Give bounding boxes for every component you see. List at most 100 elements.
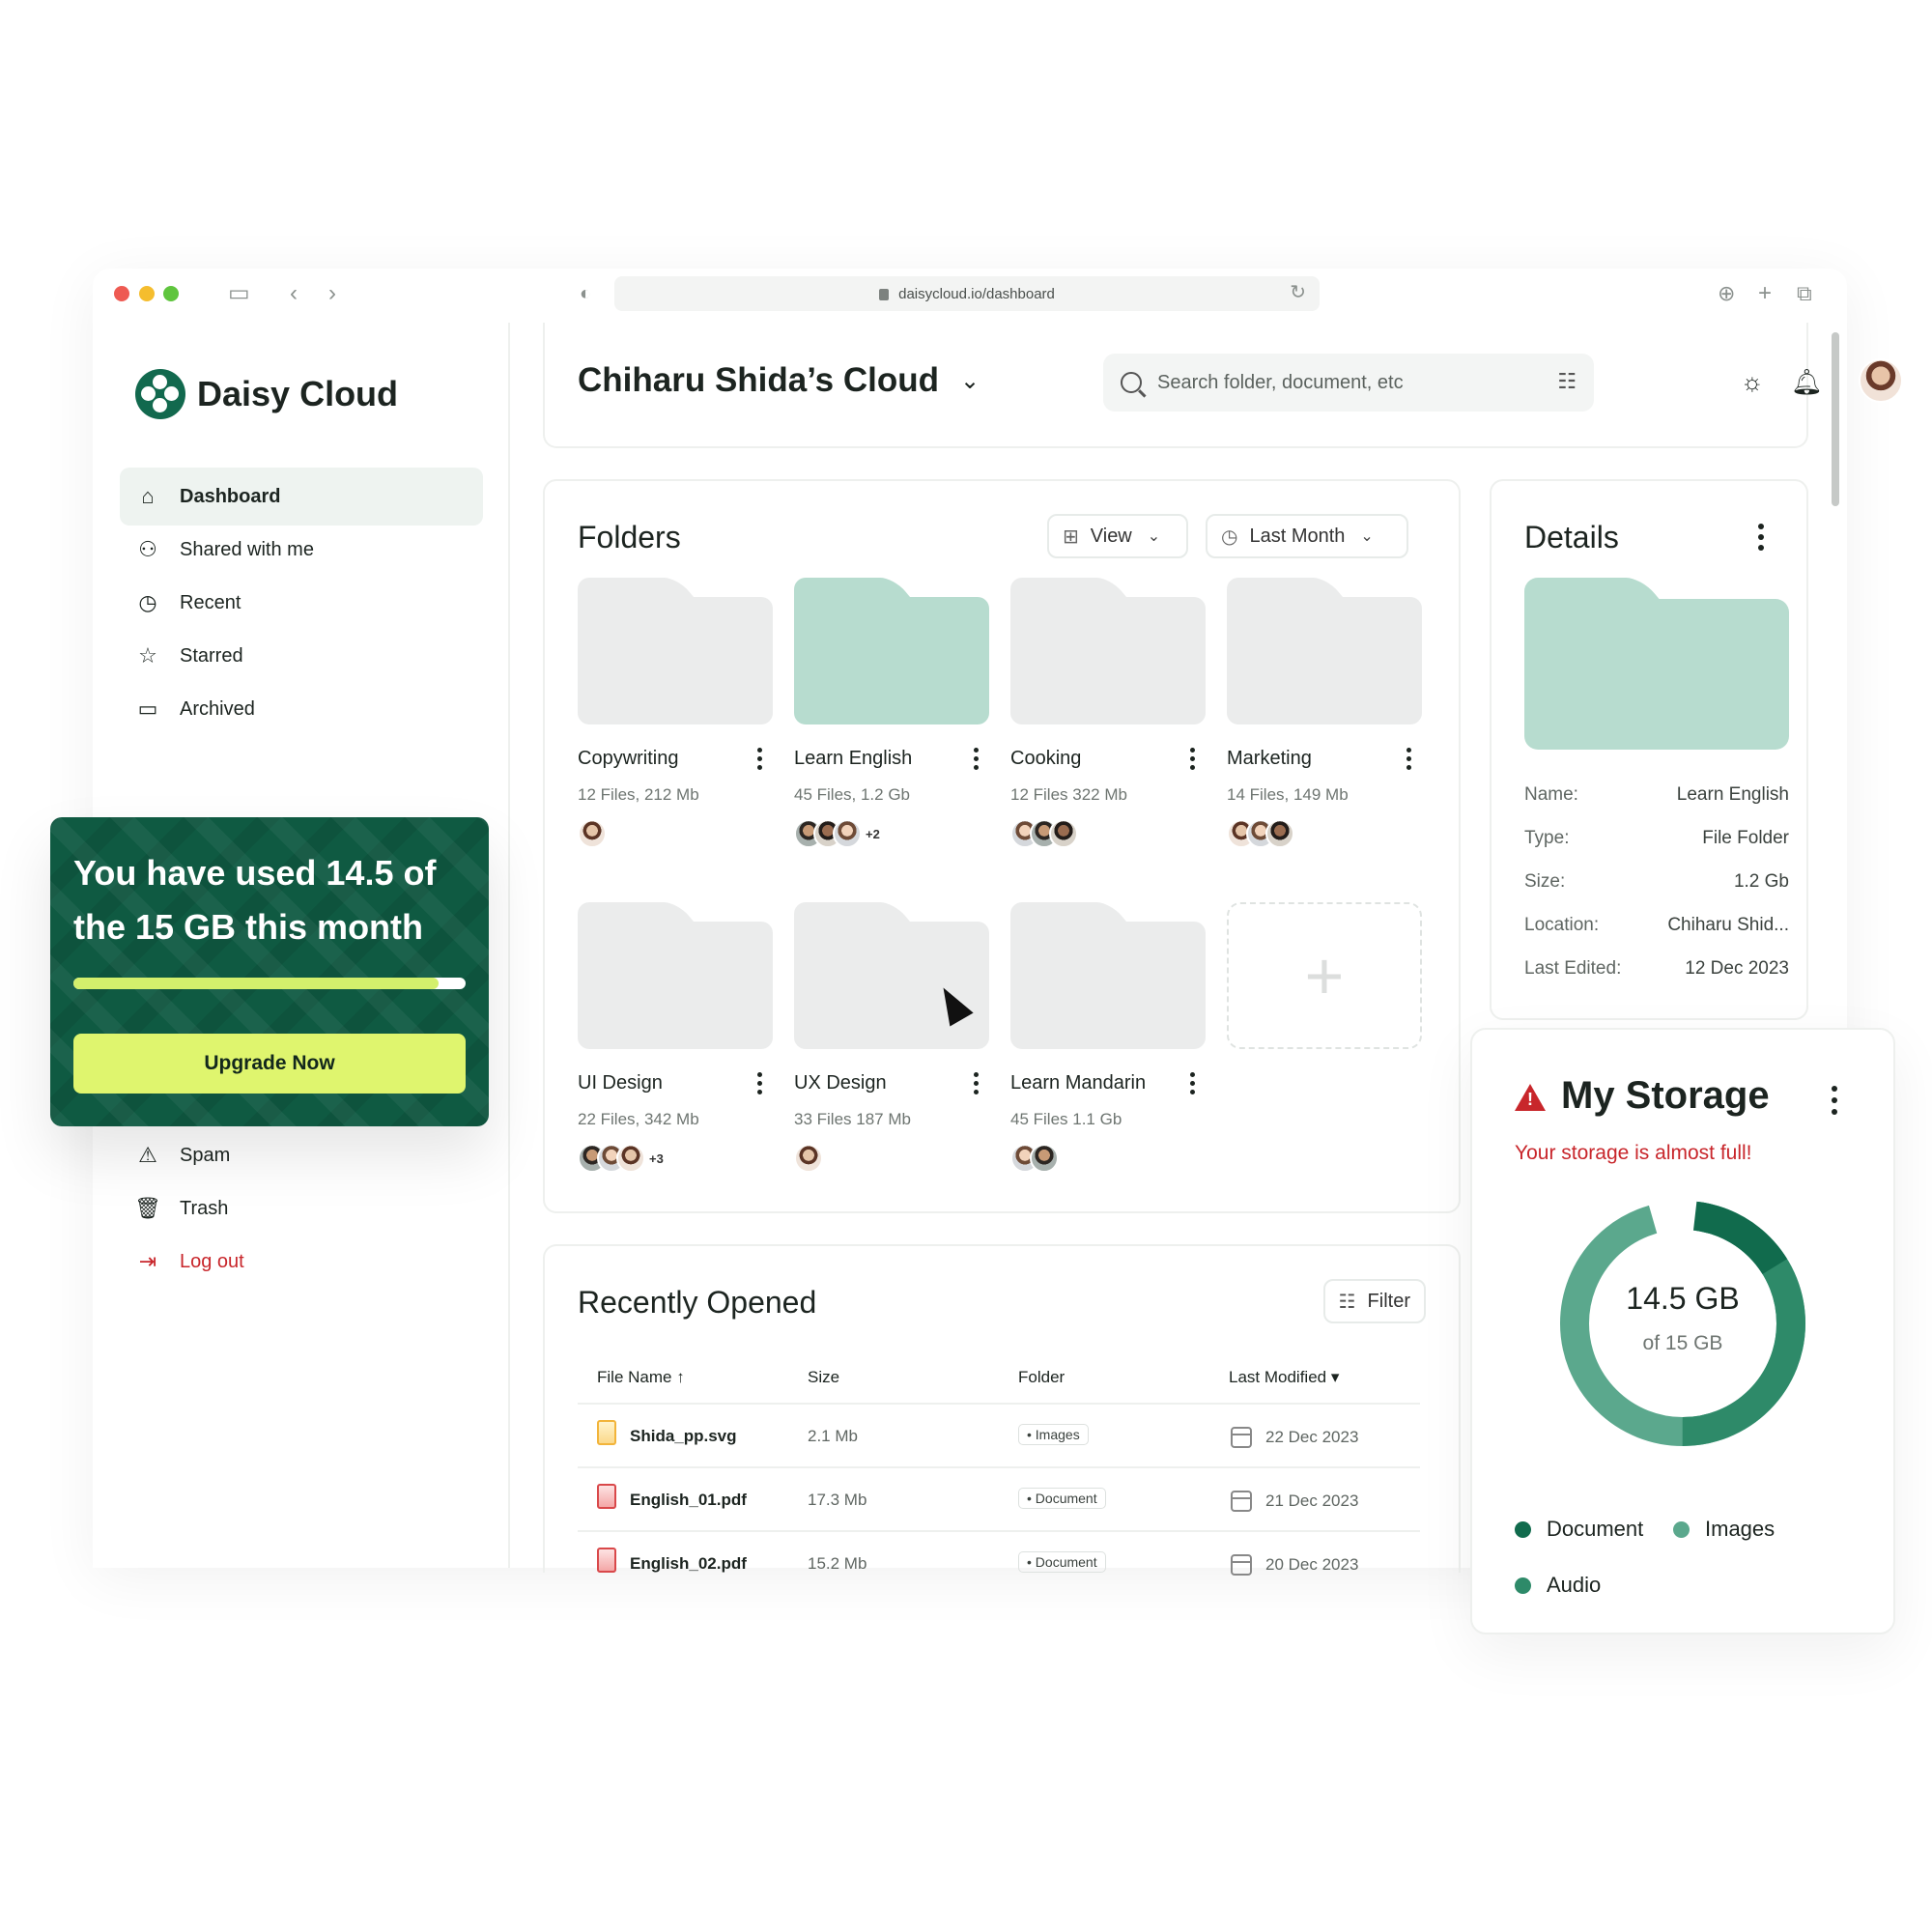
new-tab-icon[interactable]: + <box>1758 280 1772 307</box>
sidebar-item-label: Starred <box>180 644 243 667</box>
sun-icon[interactable]: ☼ <box>1741 367 1764 397</box>
star-icon: ☆ <box>138 643 157 668</box>
more-vertical-icon[interactable] <box>1190 1072 1196 1098</box>
folder-item[interactable]: Learn Mandarin 45 Files 1.1 Gb <box>1010 902 1206 1174</box>
column-header-last-modified[interactable]: Last Modified ▾ <box>1229 1368 1339 1387</box>
folder-meta: 45 Files 1.1 Gb <box>1010 1110 1122 1128</box>
avatar <box>616 1144 645 1173</box>
legend-dot <box>1673 1520 1690 1538</box>
folder-item[interactable]: Marketing 14 Files, 149 Mb <box>1227 578 1422 849</box>
more-vertical-icon[interactable] <box>1758 524 1764 555</box>
page-title: Chiharu Shida’s Cloud <box>578 361 939 399</box>
scrollbar[interactable] <box>1832 332 1839 506</box>
chevron-down-icon: ⌄ <box>1360 528 1374 545</box>
sliders-icon[interactable]: ☷ <box>1557 369 1577 394</box>
sidebar-item-dashboard[interactable]: ⌂ Dashboard <box>120 468 483 526</box>
add-folder-button[interactable]: + <box>1227 902 1422 1049</box>
detail-row-location: Location: Chiharu Shid... <box>1524 915 1789 935</box>
search-bar[interactable]: Search folder, document, etc ☷ <box>1103 354 1594 412</box>
forward-icon[interactable]: › <box>328 280 336 307</box>
folder-name: Learn English <box>794 748 913 769</box>
cloud-switcher[interactable]: Chiharu Shida’s Cloud ⌄ <box>578 361 980 400</box>
folder-name: Marketing <box>1227 748 1312 769</box>
home-icon: ⌂ <box>141 484 155 508</box>
usage-message: You have used 14.5 of the 15 GB this mon… <box>73 853 437 947</box>
more-vertical-icon[interactable] <box>974 748 980 774</box>
filter-button[interactable]: ☷ Filter <box>1322 1279 1426 1323</box>
folder-meta: 14 Files, 149 Mb <box>1227 785 1349 804</box>
column-header-file-name[interactable]: File Name ↑ <box>597 1368 685 1387</box>
minimize-window-button[interactable] <box>139 286 155 301</box>
more-members-count: +3 <box>649 1151 664 1166</box>
url-text: daisycloud.io/dashboard <box>898 285 1055 302</box>
folder-item-selected[interactable]: Learn English 45 Files, 1.2 Gb +2 <box>794 578 989 849</box>
file-name: English_01.pdf <box>630 1491 747 1509</box>
more-vertical-icon[interactable] <box>1406 748 1412 774</box>
bell-icon[interactable]: 🔔︎ <box>1791 367 1823 397</box>
folder-icon <box>1227 578 1422 724</box>
sidebar-item-label: Trash <box>180 1197 229 1219</box>
upgrade-button[interactable]: Upgrade Now <box>73 1034 466 1094</box>
table-row[interactable]: Shida_pp.svg 2.1 Mb • Images 22 Dec 2023 <box>578 1403 1420 1466</box>
browser-titlebar: ▭ ‹ › ◐ daisycloud.io/dashboard ↻ ⊕ + ⧉ <box>93 269 1847 323</box>
column-header-size[interactable]: Size <box>808 1368 839 1387</box>
shield-icon[interactable]: ◐ <box>580 280 591 307</box>
reload-icon[interactable]: ↻ <box>1290 280 1306 304</box>
storage-title: My Storage <box>1561 1074 1770 1117</box>
period-dropdown[interactable]: ◷ Last Month ⌄ <box>1206 514 1408 558</box>
warning-icon: ⚠ <box>138 1143 157 1167</box>
search-icon <box>1121 372 1142 393</box>
sidebar-item-recent[interactable]: ◷ Recent <box>120 574 483 632</box>
folder-icon <box>794 578 989 724</box>
more-vertical-icon[interactable] <box>757 1072 763 1098</box>
address-bar[interactable]: daisycloud.io/dashboard ↻ <box>614 276 1320 311</box>
sidebar-toggle-icon[interactable]: ▭ <box>228 280 250 307</box>
plus-icon: + <box>1304 938 1345 1013</box>
more-vertical-icon[interactable] <box>974 1072 980 1098</box>
back-icon[interactable]: ‹ <box>290 280 298 307</box>
folder-name: Copywriting <box>578 748 679 769</box>
table-row[interactable]: English_01.pdf 17.3 Mb • Document 21 Dec… <box>578 1466 1420 1530</box>
folder-members <box>1227 818 1422 849</box>
app-logo[interactable]: Daisy Cloud <box>135 369 398 419</box>
sidebar-item-trash[interactable]: 🗑 Trash <box>120 1179 483 1237</box>
archive-icon: ▭ <box>137 696 158 721</box>
user-avatar[interactable] <box>1859 358 1903 403</box>
sidebar-item-logout[interactable]: ⇥ Log out <box>120 1233 483 1291</box>
legend-dot <box>1515 1520 1531 1538</box>
calendar-icon <box>1231 1491 1252 1512</box>
folder-item[interactable]: UI Design 22 Files, 342 Mb +3 <box>578 902 773 1174</box>
chevron-down-icon: ⌄ <box>1147 528 1161 545</box>
folder-item[interactable]: Cooking 12 Files 322 Mb <box>1010 578 1206 849</box>
more-vertical-icon[interactable] <box>1190 748 1196 774</box>
sidebar-item-archived[interactable]: ▭ Archived <box>120 680 483 738</box>
file-size: 17.3 Mb <box>808 1491 867 1509</box>
legend-item-images: Images <box>1673 1517 1775 1542</box>
maximize-window-button[interactable] <box>163 286 179 301</box>
legend-item-audio: Audio <box>1515 1573 1601 1598</box>
table-row[interactable]: English_02.pdf 15.2 Mb • Document 20 Dec… <box>578 1530 1420 1594</box>
clock-icon: ◷ <box>1221 526 1238 548</box>
folder-item[interactable]: UX Design 33 Files 187 Mb <box>794 902 989 1174</box>
caret-down-icon: ▾ <box>1330 1368 1340 1386</box>
sidebar-item-spam[interactable]: ⚠ Spam <box>120 1126 483 1184</box>
file-date: 21 Dec 2023 <box>1231 1491 1358 1512</box>
view-dropdown[interactable]: ⊞ View ⌄ <box>1047 514 1188 558</box>
column-header-folder[interactable]: Folder <box>1018 1368 1065 1387</box>
sidebar-item-shared[interactable]: ⚇ Shared with me <box>120 521 483 579</box>
folder-meta: 33 Files 187 Mb <box>794 1110 911 1128</box>
file-name: English_02.pdf <box>630 1554 747 1573</box>
tabs-overview-icon[interactable]: ⧉ <box>1797 280 1812 307</box>
close-window-button[interactable] <box>114 286 129 301</box>
sidebar-item-starred[interactable]: ☆ Starred <box>120 627 483 685</box>
more-vertical-icon[interactable] <box>757 748 763 774</box>
folder-item[interactable]: Copywriting 12 Files, 212 Mb <box>578 578 773 849</box>
sidebar-item-label: Recent <box>180 591 242 613</box>
chevron-down-icon: ⌄ <box>960 367 980 394</box>
download-icon[interactable]: ⊕ <box>1718 280 1735 307</box>
folder-icon <box>578 902 773 1049</box>
search-input[interactable]: Search folder, document, etc <box>1157 372 1404 394</box>
folder-icon <box>1010 902 1206 1049</box>
avatar <box>1265 819 1294 848</box>
more-vertical-icon[interactable] <box>1832 1086 1837 1121</box>
